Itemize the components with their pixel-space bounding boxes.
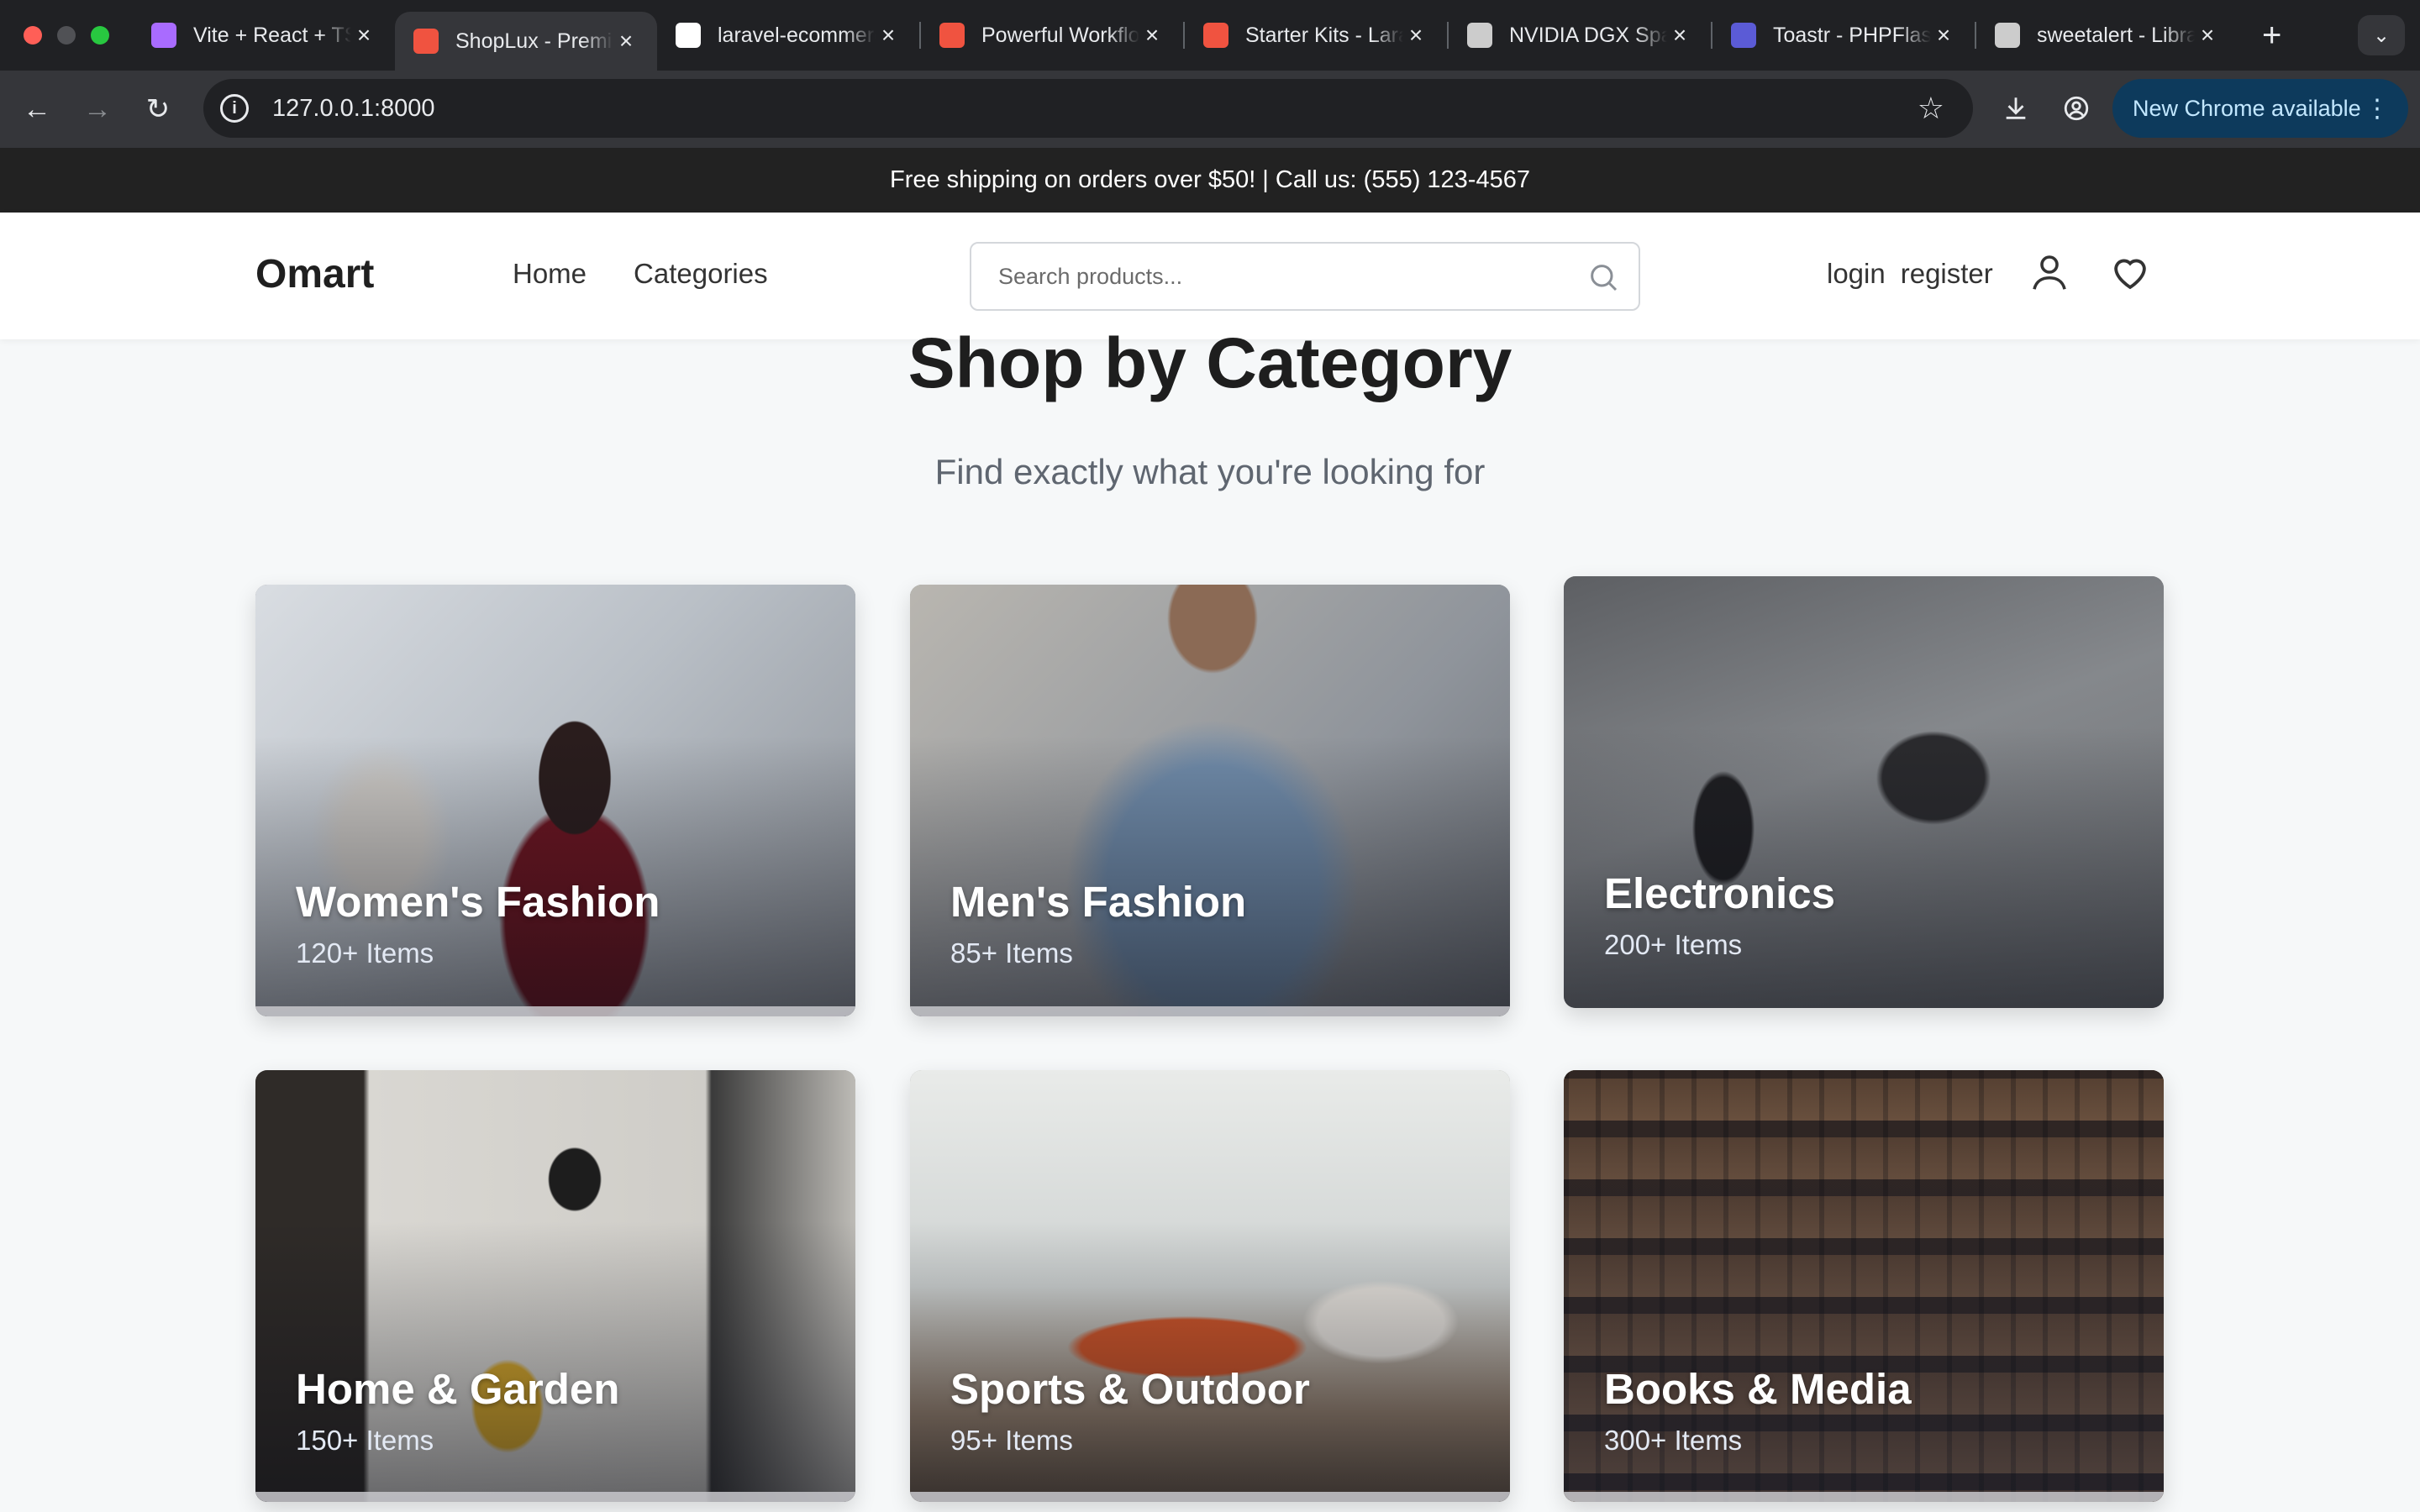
tab-favicon-icon [1203, 23, 1228, 48]
tab-favicon-icon [939, 23, 965, 48]
tab-title: NVIDIA DGX Spark [1509, 23, 1667, 47]
tab-close-icon[interactable]: × [613, 28, 639, 55]
tab-close-icon[interactable]: × [351, 22, 376, 49]
tab-title: laravel-ecommerce [718, 23, 876, 47]
address-bar[interactable]: i 127.0.0.1:8000 ☆ [203, 79, 1973, 138]
window-controls [24, 26, 109, 45]
profile-icon[interactable] [2052, 79, 2101, 138]
tab-title: Vite + React + TS [193, 23, 351, 47]
tab-list: Vite + React + TS×ShopLux - Premium×lara… [133, 0, 2238, 71]
category-card-electronics[interactable]: Electronics 200+ Items [1564, 576, 2164, 1008]
login-link[interactable]: login [1827, 258, 1886, 290]
category-name: Electronics [1604, 869, 1835, 917]
browser-tab[interactable]: laravel-ecommerce× [657, 0, 919, 71]
category-count: 95+ Items [950, 1425, 1073, 1456]
tab-close-icon[interactable]: × [1931, 22, 1956, 49]
new-tab-button[interactable]: + [2262, 17, 2281, 55]
more-menu-icon[interactable]: ⋮ [2365, 94, 2390, 123]
browser-tab[interactable]: ShopLux - Premium× [395, 12, 657, 71]
back-arrow-icon[interactable]: ← [7, 79, 67, 139]
tab-search-chevron-icon[interactable]: ⌄ [2358, 15, 2405, 55]
forward-arrow-icon[interactable]: → [67, 79, 128, 139]
maximize-window-button[interactable] [91, 26, 109, 45]
main-nav: Home Categories [513, 258, 768, 290]
section-subtitle: Find exactly what you're looking for [934, 452, 1486, 491]
browser-tab[interactable]: Vite + React + TS × [133, 0, 395, 71]
tab-favicon-icon [676, 23, 701, 48]
browser-tab-strip: Vite + React + TS×ShopLux - Premium×lara… [0, 0, 2420, 71]
search-box [970, 242, 1640, 311]
site-logo[interactable]: Omart [255, 251, 374, 297]
tab-close-icon[interactable]: × [1667, 22, 1692, 49]
nav-categories[interactable]: Categories [634, 258, 768, 290]
register-link[interactable]: register [1901, 258, 1993, 290]
chrome-update-button[interactable]: New Chrome available ⋮ [2112, 79, 2408, 138]
user-icon[interactable] [2027, 249, 2072, 295]
category-name: Books & Media [1604, 1365, 1912, 1413]
tab-title: Starter Kits - Laravel [1245, 23, 1403, 47]
web-page: Free shipping on orders over $50! | Call… [0, 148, 2420, 1512]
category-name: Men's Fashion [950, 878, 1247, 926]
tab-close-icon[interactable]: × [1139, 22, 1165, 49]
download-icon[interactable] [1991, 79, 2040, 138]
browser-tab[interactable]: Toastr - PHPFlasher× [1712, 0, 1975, 71]
browser-tab[interactable]: Powerful Workflow × [921, 0, 1183, 71]
category-count: 85+ Items [950, 937, 1073, 969]
bookmark-star-icon[interactable]: ☆ [1918, 91, 1944, 126]
address-url[interactable]: 127.0.0.1:8000 [272, 95, 1918, 123]
category-count: 150+ Items [296, 1425, 434, 1456]
category-card-mens-fashion[interactable]: Men's Fashion 85+ Items [910, 585, 1510, 1016]
category-count: 200+ Items [1604, 929, 1743, 960]
tab-close-icon[interactable]: × [1403, 22, 1428, 49]
announcement-bar: Free shipping on orders over $50! | Call… [0, 148, 2420, 213]
auth-links: login register [1827, 258, 1993, 290]
category-card-books-media[interactable]: Books & Media 300+ Items [1564, 1070, 2164, 1502]
category-card-womens-fashion[interactable]: Women's Fashion 120+ Items [255, 585, 855, 1016]
tab-title: sweetalert - Libraries [2037, 23, 2195, 47]
reload-icon[interactable]: ↻ [128, 79, 188, 139]
section-title: Shop by Category [908, 323, 1512, 402]
nav-home[interactable]: Home [513, 258, 587, 290]
category-card-home-garden[interactable]: Home & Garden 150+ Items [255, 1070, 855, 1502]
tab-favicon-icon [151, 23, 176, 48]
site-header: Omart Home Categories login register [0, 213, 2420, 339]
browser-tab[interactable]: Starter Kits - Laravel× [1185, 0, 1447, 71]
category-count: 120+ Items [296, 937, 434, 969]
tab-title: ShopLux - Premium [455, 29, 613, 53]
browser-toolbar: ← → ↻ i 127.0.0.1:8000 ☆ New Chrome avai… [0, 71, 2420, 148]
tab-favicon-icon [1995, 23, 2020, 48]
category-name: Women's Fashion [296, 878, 660, 926]
tab-close-icon[interactable]: × [2195, 22, 2220, 49]
search-input[interactable] [971, 244, 1543, 309]
tab-favicon-icon [413, 29, 439, 54]
heart-icon[interactable] [2107, 249, 2153, 295]
tab-favicon-icon [1467, 23, 1492, 48]
close-window-button[interactable] [24, 26, 42, 45]
search-icon[interactable] [1586, 260, 1620, 294]
tab-close-icon[interactable]: × [876, 22, 901, 49]
category-count: 300+ Items [1604, 1425, 1743, 1456]
category-name: Sports & Outdoor [950, 1365, 1310, 1413]
chrome-update-label: New Chrome available [2133, 95, 2361, 121]
category-name: Home & Garden [296, 1365, 620, 1413]
browser-tab[interactable]: NVIDIA DGX Spark× [1449, 0, 1711, 71]
minimize-window-button[interactable] [57, 26, 76, 45]
category-card-sports-outdoor[interactable]: Sports & Outdoor 95+ Items [910, 1070, 1510, 1502]
tab-favicon-icon [1731, 23, 1756, 48]
browser-tab[interactable]: sweetalert - Libraries× [1976, 0, 2238, 71]
tab-title: Powerful Workflow [981, 23, 1139, 47]
tab-title: Toastr - PHPFlasher [1773, 23, 1931, 47]
site-info-icon[interactable]: i [220, 94, 249, 123]
